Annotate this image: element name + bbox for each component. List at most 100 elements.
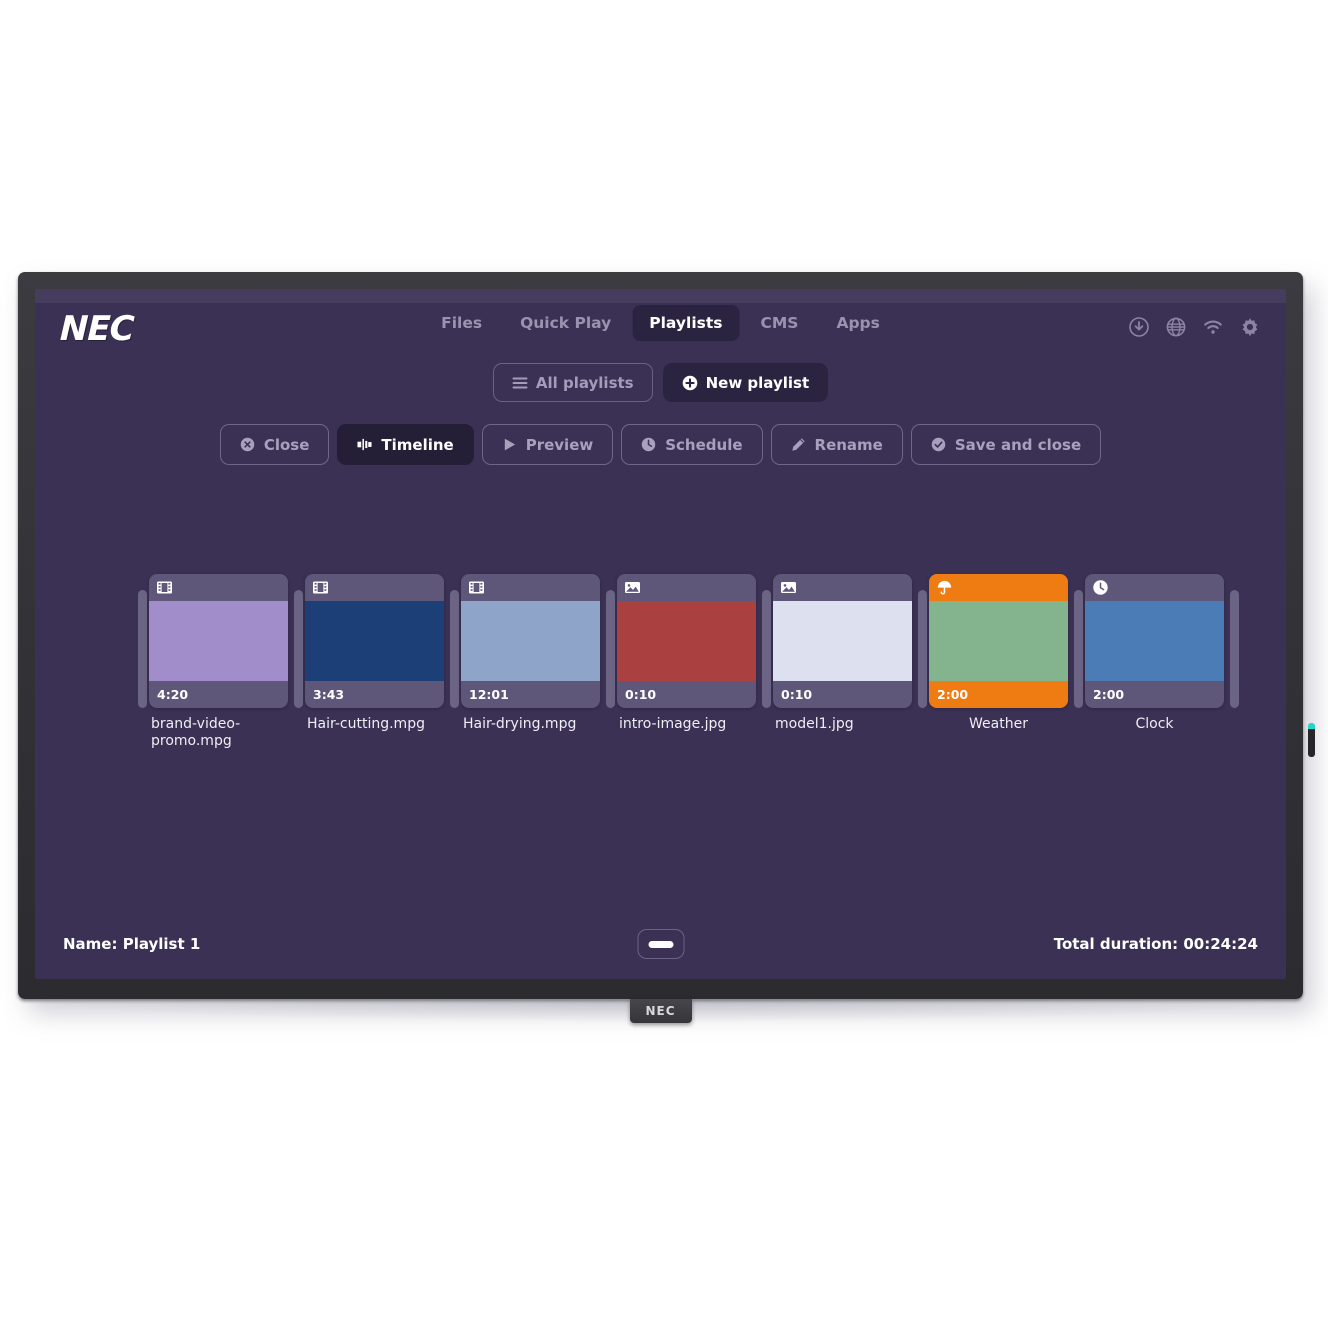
nav-item-playlists[interactable]: Playlists bbox=[632, 305, 740, 341]
timeline-item[interactable]: 3:43 Hair-cutting.mpg bbox=[305, 574, 448, 733]
timeline-card[interactable]: 2:00 bbox=[929, 574, 1068, 708]
card-thumbnail bbox=[1085, 601, 1224, 681]
status-bar: Name: Playlist 1 Total duration: 00:24:2… bbox=[35, 929, 1286, 963]
card-header bbox=[149, 574, 288, 601]
timeline-drag-handle[interactable] bbox=[606, 590, 615, 708]
card-duration: 2:00 bbox=[929, 681, 1068, 708]
timeline-drag-handle[interactable] bbox=[1074, 590, 1083, 708]
card-thumbnail bbox=[149, 601, 288, 681]
clock-icon bbox=[641, 437, 656, 452]
preview-label: Preview bbox=[525, 435, 594, 454]
timeline-card[interactable]: 2:00 bbox=[1085, 574, 1224, 708]
pencil-icon bbox=[791, 437, 806, 452]
film-icon bbox=[312, 579, 329, 596]
timeline-drag-handle[interactable] bbox=[762, 590, 771, 708]
timeline-drag-handle[interactable] bbox=[918, 590, 927, 708]
bezel-brand-logo: NEC bbox=[629, 999, 692, 1023]
timeline-item-name: Weather bbox=[969, 716, 1028, 732]
preview-button[interactable]: Preview bbox=[481, 424, 614, 465]
nav-item-apps[interactable]: Apps bbox=[819, 305, 896, 341]
timeline-drag-handle[interactable] bbox=[450, 590, 459, 708]
card-header bbox=[617, 574, 756, 601]
card-thumbnail bbox=[305, 601, 444, 681]
all-playlists-label: All playlists bbox=[535, 373, 634, 392]
schedule-label: Schedule bbox=[665, 435, 743, 454]
timeline-item-name: brand-video-promo.mpg bbox=[151, 716, 241, 749]
card-duration: 0:10 bbox=[625, 687, 657, 702]
playlist-action-bar: All playlists New playlist bbox=[35, 363, 1286, 402]
timeline-item[interactable]: 2:00 Weather bbox=[929, 574, 1072, 733]
download-icon[interactable] bbox=[1129, 317, 1149, 337]
all-playlists-button[interactable]: All playlists bbox=[492, 363, 653, 402]
card-duration: 12:01 bbox=[469, 687, 509, 702]
timeline-card[interactable]: 3:43 bbox=[305, 574, 444, 708]
nec-display-monitor: NEC NEC Files Quick Play Playlists CMS A… bbox=[18, 272, 1315, 1023]
nav-item-files[interactable]: Files bbox=[424, 305, 499, 341]
new-playlist-button[interactable]: New playlist bbox=[662, 363, 829, 402]
card-duration: 3:43 bbox=[313, 687, 345, 702]
timeline-item-name: intro-image.jpg bbox=[619, 716, 727, 732]
timeline-icon bbox=[357, 437, 372, 452]
timeline-card[interactable]: 0:10 bbox=[773, 574, 912, 708]
hamburger-icon bbox=[512, 375, 528, 390]
timeline-button[interactable]: Timeline bbox=[337, 424, 474, 465]
close-label: Close bbox=[263, 435, 310, 454]
umbrella-icon bbox=[936, 579, 953, 596]
power-led-indicator bbox=[1308, 722, 1315, 757]
card-header bbox=[773, 574, 912, 601]
card-duration: 0:10 bbox=[781, 687, 813, 702]
timeline-item[interactable]: 0:10 intro-image.jpg bbox=[617, 574, 760, 733]
timeline-drag-handle[interactable] bbox=[138, 590, 147, 708]
schedule-button[interactable]: Schedule bbox=[621, 424, 763, 465]
globe-icon[interactable] bbox=[1166, 317, 1186, 337]
timeline-drag-handle[interactable] bbox=[1230, 590, 1239, 708]
card-thumbnail bbox=[929, 601, 1068, 681]
film-icon bbox=[156, 579, 173, 596]
timeline-item-name: Hair-drying.mpg bbox=[463, 716, 577, 732]
timeline-card[interactable]: 12:01 bbox=[461, 574, 600, 708]
system-icon-tray bbox=[1129, 317, 1260, 337]
check-circle-icon bbox=[931, 437, 946, 452]
gear-icon[interactable] bbox=[1240, 317, 1260, 337]
card-header bbox=[1085, 574, 1224, 601]
film-icon bbox=[468, 579, 485, 596]
timeline-card[interactable]: 4:20 bbox=[149, 574, 288, 708]
image-icon bbox=[780, 579, 797, 596]
close-button[interactable]: Close bbox=[219, 424, 330, 465]
timeline-label: Timeline bbox=[381, 435, 454, 454]
new-playlist-label: New playlist bbox=[705, 373, 810, 392]
card-header bbox=[461, 574, 600, 601]
timeline-drag-handle[interactable] bbox=[294, 590, 303, 708]
save-and-close-label: Save and close bbox=[954, 435, 1082, 454]
card-header bbox=[305, 574, 444, 601]
timeline-item[interactable]: 2:00 Clock bbox=[1085, 574, 1228, 733]
card-thumbnail bbox=[617, 601, 756, 681]
plus-circle-icon bbox=[682, 375, 697, 391]
timeline-item[interactable]: 12:01 Hair-drying.mpg bbox=[461, 574, 604, 733]
playlist-timeline: 4:20 brand-video-promo.mpg 3:43 Hair-cut… bbox=[35, 574, 1286, 749]
timeline-card[interactable]: 0:10 bbox=[617, 574, 756, 708]
card-duration: 2:00 bbox=[1093, 687, 1125, 702]
timeline-item-name: Clock bbox=[1135, 716, 1174, 732]
play-icon bbox=[502, 437, 517, 452]
card-duration: 4:20 bbox=[157, 687, 189, 702]
image-icon bbox=[624, 579, 641, 596]
rename-button[interactable]: Rename bbox=[770, 424, 903, 465]
main-navigation: Files Quick Play Playlists CMS Apps bbox=[424, 305, 897, 341]
timeline-item[interactable]: 0:10 model1.jpg bbox=[773, 574, 916, 733]
nav-item-cms[interactable]: CMS bbox=[744, 305, 816, 341]
top-bar: NEC Files Quick Play Playlists CMS Apps bbox=[35, 289, 1286, 351]
timeline-item-name: model1.jpg bbox=[775, 716, 854, 732]
timeline-item[interactable]: 4:20 brand-video-promo.mpg bbox=[149, 574, 292, 749]
close-circle-icon bbox=[240, 437, 255, 452]
drawer-handle-button[interactable] bbox=[637, 929, 684, 959]
timeline-item-name: Hair-cutting.mpg bbox=[307, 716, 425, 732]
save-and-close-button[interactable]: Save and close bbox=[910, 424, 1102, 465]
total-duration-label: Total duration: 00:24:24 bbox=[1053, 935, 1258, 953]
card-thumbnail bbox=[461, 601, 600, 681]
drawer-handle-bar bbox=[648, 940, 673, 948]
nav-item-quick-play[interactable]: Quick Play bbox=[503, 305, 628, 341]
rename-label: Rename bbox=[814, 435, 883, 454]
wifi-icon[interactable] bbox=[1203, 317, 1223, 337]
card-thumbnail bbox=[773, 601, 912, 681]
